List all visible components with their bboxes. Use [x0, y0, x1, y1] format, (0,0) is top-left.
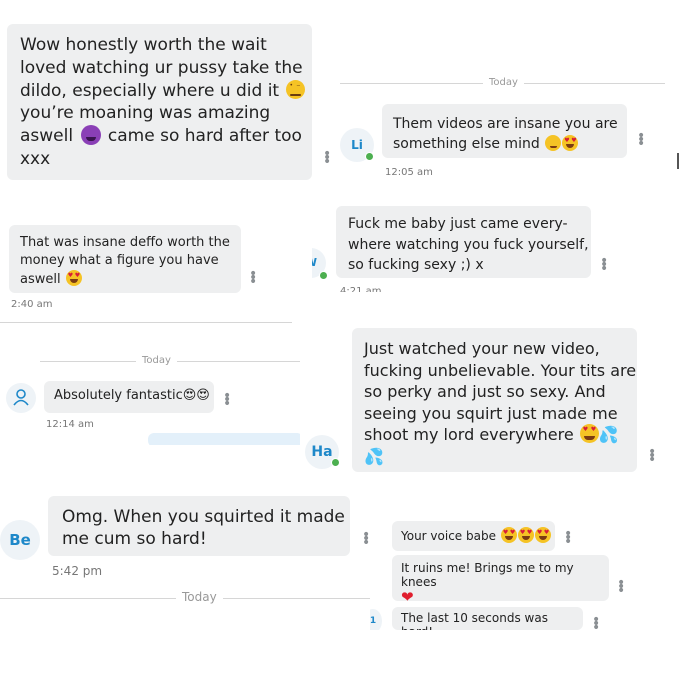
message-text: The last 10 seconds was hard!	[401, 611, 548, 630]
message-bubble[interactable]: Them videos are insane you are something…	[382, 104, 627, 158]
panel-bottom-left: Be Omg. When you squirted it made me cum…	[0, 488, 375, 613]
online-indicator	[365, 152, 374, 161]
panel-bottom-right: Your voice babe ♥ ♥ ♥ ♥ ♥ ♥ • • • It ruins me! …	[370, 515, 670, 630]
kebab-menu-icon[interactable]: • • •	[223, 389, 231, 411]
message-line: shoot my lord everywhere ♥ ♥ 💦	[364, 424, 619, 445]
message-line: Wow honestly worth the wait	[20, 35, 267, 55]
kebab-menu-icon[interactable]: • • •	[362, 528, 370, 550]
message-bubble[interactable]: Omg. When you squirted it made me cum so…	[48, 496, 350, 556]
heart-eyes-emoji: ♥ ♥	[65, 270, 82, 286]
message-line: dildo, especially where u did it • ‒	[20, 79, 312, 103]
date-separator: Today	[176, 590, 223, 604]
online-indicator	[319, 271, 328, 280]
heart-eyes-emoji: ♥ ♥	[579, 424, 599, 444]
sweat-droplets-emoji: 💦	[598, 425, 619, 445]
panel-right-big: Ha Just watched your new video, fucking …	[300, 322, 670, 472]
panel-mid-left: That was insane deffo worth the money wh…	[0, 215, 300, 325]
scrollbar[interactable]	[677, 153, 679, 169]
message-line: 💦	[364, 446, 637, 468]
heart-eyes-emoji: ♥ ♥	[517, 527, 534, 543]
message-line: Just watched your new video,	[364, 339, 600, 358]
avatar[interactable]: Be	[0, 520, 40, 560]
user-icon[interactable]	[6, 383, 36, 413]
message-bubble[interactable]: Absolutely fantastic😍😍	[44, 381, 214, 413]
message-line: something else mind ♥ ♥	[393, 135, 579, 152]
message-line: where watching you fuck yourself,	[348, 236, 589, 253]
panel-left-today: Today Absolutely fantastic😍😍 • • • 12:14 a…	[0, 345, 310, 445]
message-line: money what a figure you have	[20, 253, 219, 268]
message-bubble[interactable]: The last 10 seconds was hard!	[392, 607, 583, 630]
kebab-menu-icon[interactable]: • • •	[617, 576, 625, 598]
sweat-droplets-emoji: 💦	[364, 446, 384, 466]
message-text: Your voice babe	[401, 529, 496, 543]
heart-eyes-emoji: ♥ ♥	[534, 527, 551, 543]
message-bubble[interactable]: Wow honestly worth the wait loved watchi…	[7, 24, 312, 180]
message-bubble[interactable]: Just watched your new video, fucking unb…	[352, 328, 637, 472]
message-line: Them videos are insane you are	[393, 116, 618, 132]
divider	[0, 322, 292, 323]
message-line: Omg. When you squirted it made	[62, 507, 345, 527]
message-text: It ruins me! Brings me to my knees	[401, 561, 574, 589]
kebab-menu-icon[interactable]: • • •	[648, 445, 656, 467]
online-indicator	[331, 458, 340, 467]
message-line: fucking unbelievable. Your tits are	[364, 360, 637, 380]
message-line: you’re moaning was amazing	[20, 103, 271, 124]
message-bubble[interactable]: It ruins me! Brings me to my knees ❤	[392, 555, 609, 606]
message-text: Absolutely fantastic😍😍	[54, 388, 210, 403]
smirk-emoji	[545, 135, 562, 151]
message-line: Fuck me baby just came every-	[348, 216, 568, 232]
message-line: so perky and just so sexy. And	[364, 382, 606, 402]
message-line: xxx	[20, 148, 51, 169]
partial-message-bubble[interactable]	[148, 433, 303, 445]
message-line: aswell came so hard after too	[20, 125, 302, 147]
message-line: That was insane deffo worth the	[20, 235, 230, 250]
message-time: 12:14 am	[46, 419, 94, 430]
kebab-menu-icon[interactable]: • • •	[600, 254, 608, 276]
red-heart-emoji: ❤	[401, 588, 414, 606]
message-line: loved watching ur pussy take the	[20, 57, 303, 78]
message-line: me cum so hard!	[62, 529, 207, 549]
devil-emoji	[80, 125, 101, 146]
message-bubble[interactable]: That was insane deffo worth the money wh…	[9, 225, 241, 293]
message-time: 12:05 am	[385, 167, 433, 178]
wink-emoji: • ‒	[285, 79, 305, 99]
kebab-menu-icon[interactable]: • • •	[323, 147, 331, 169]
panel-mid-right: W Fuck me baby just came every- where wa…	[312, 200, 642, 292]
date-separator: Today	[136, 355, 177, 366]
date-separator: Today	[483, 77, 524, 88]
kebab-menu-icon[interactable]: • • •	[564, 527, 572, 549]
kebab-menu-icon[interactable]: • • •	[592, 613, 600, 630]
message-time: 2:40 am	[11, 299, 53, 310]
heart-eyes-emoji: ♥ ♥	[500, 527, 517, 543]
message-line: seeing you squirt just made me	[364, 403, 618, 423]
message-line: so fucking sexy ;) x	[348, 257, 484, 273]
message-time: 4:21 am	[340, 286, 382, 292]
heart-eyes-emoji: ♥ ♥	[562, 135, 579, 151]
message-bubble[interactable]: Your voice babe ♥ ♥ ♥ ♥ ♥ ♥	[392, 521, 555, 551]
avatar[interactable]: 1	[370, 609, 382, 630]
kebab-menu-icon[interactable]: • • •	[637, 129, 645, 151]
panel-top-right: Today Li Them videos are insane you are …	[340, 62, 680, 192]
message-bubble[interactable]: Fuck me baby just came every- where watc…	[336, 206, 591, 278]
kebab-menu-icon[interactable]: • • •	[249, 267, 257, 289]
panel-top-left: Wow honestly worth the wait loved watchi…	[0, 0, 340, 200]
message-line: aswell ♥ ♥	[20, 270, 82, 287]
message-time: 5:42 pm	[52, 564, 103, 578]
